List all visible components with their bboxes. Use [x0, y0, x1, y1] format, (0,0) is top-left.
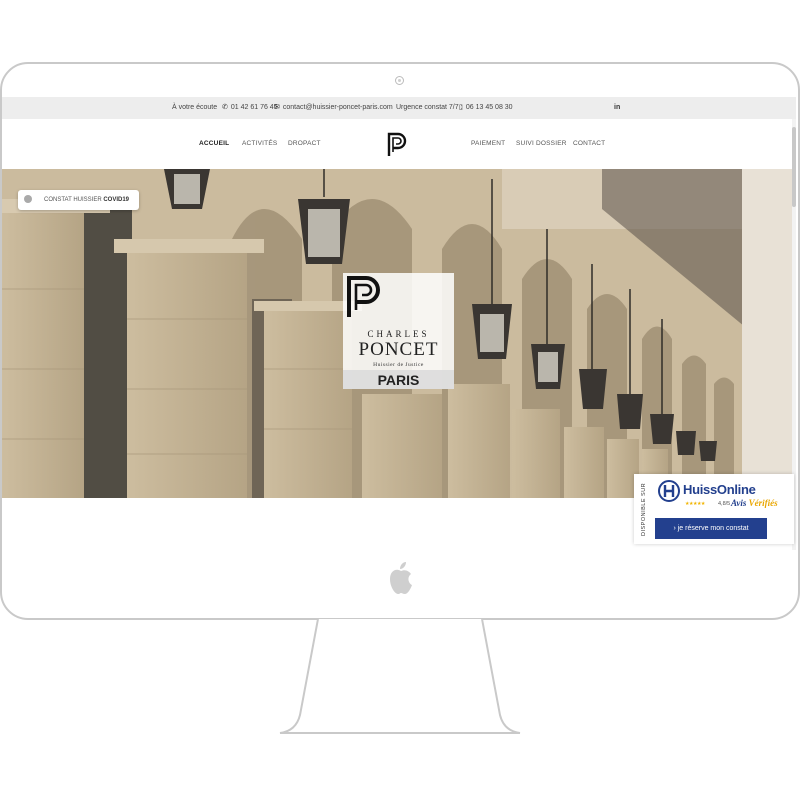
- apple-icon: [390, 562, 412, 594]
- card-name-first: CHARLES: [367, 329, 430, 339]
- urgence-label: Urgence constat 7/7 :: [396, 104, 463, 111]
- card-city: PARIS: [377, 372, 420, 388]
- linkedin-icon[interactable]: in: [614, 97, 620, 119]
- phone-link[interactable]: ✆ 01 42 61 76 45: [222, 97, 278, 119]
- avis-label: Avis: [731, 498, 747, 508]
- verifies-label: Vérifiés: [748, 498, 778, 508]
- rating-stars-icon: ★★★★★: [685, 501, 705, 507]
- nav-paiement[interactable]: PAIEMENT: [471, 119, 505, 169]
- huissonline-logo-icon[interactable]: [658, 480, 680, 502]
- listening-label: À votre écoute: [172, 104, 218, 111]
- card-name-last: PONCET: [358, 339, 439, 360]
- card-subtitle: Huissier de Justice: [373, 362, 424, 368]
- virus-icon: [24, 195, 32, 204]
- hero-banner: CONSTAT HUISSIER COVID19 CHARLES PONCET …: [2, 169, 796, 498]
- nav-contact[interactable]: CONTACT: [573, 119, 605, 169]
- covid-label: CONSTAT HUISSIER: [44, 197, 104, 203]
- top-info-bar: À votre écoute ✆ 01 42 61 76 45 ✉ contact@…: [2, 97, 796, 119]
- huissonline-brand[interactable]: HuissOnline: [683, 482, 756, 497]
- poncet-monogram-icon: [347, 276, 380, 317]
- rating-score: 4,8/5: [718, 501, 731, 507]
- scrollbar-thumb[interactable]: [792, 127, 796, 207]
- nav-activites[interactable]: ACTIVITÉS: [242, 119, 277, 169]
- main-navigation: ACCUEIL ACTIVITÉS DROPACT PAIEMENT SUIVI…: [2, 119, 796, 170]
- nav-suivi-dossier[interactable]: SUIVI DOSSIER: [516, 119, 567, 169]
- phone-number: 01 42 61 76 45: [230, 104, 278, 111]
- email-link[interactable]: ✉ contact@huissier-poncet-paris.com: [274, 97, 393, 119]
- camera-icon: [395, 76, 404, 85]
- phone-icon: ✆: [222, 104, 228, 111]
- brand-card: CHARLES PONCET Huissier de Justice PARIS: [343, 273, 454, 389]
- monitor-stand: [279, 619, 521, 734]
- mobile-number: 06 13 45 08 30: [465, 104, 513, 111]
- nav-accueil[interactable]: ACCUEIL: [199, 119, 229, 169]
- widget-side-label: DISPONIBLE SUR: [641, 482, 647, 536]
- covid-constat-button[interactable]: CONSTAT HUISSIER COVID19: [18, 190, 140, 210]
- nav-dropact[interactable]: DROPACT: [288, 119, 321, 169]
- huissonline-widget: DISPONIBLE SUR HuissOnline ★★★★★ 4,8/5 A…: [634, 474, 794, 544]
- reserve-constat-button[interactable]: › je réserve mon constat: [655, 518, 767, 539]
- email-address: contact@huissier-poncet-paris.com: [282, 104, 393, 111]
- mail-icon: ✉: [274, 104, 280, 111]
- mobile-icon: ▯: [459, 104, 463, 111]
- poncet-logo-icon[interactable]: [386, 131, 408, 157]
- covid-label-strong: COVID19: [103, 197, 130, 203]
- mobile-link[interactable]: ▯ 06 13 45 08 30: [459, 97, 513, 119]
- avis-verifies-badge: Avis Vérifiés: [731, 498, 778, 508]
